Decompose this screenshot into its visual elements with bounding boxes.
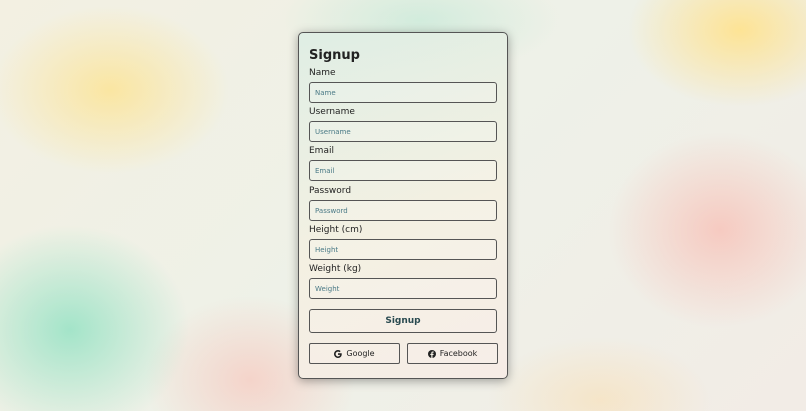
email-label: Email xyxy=(309,146,334,156)
google-icon xyxy=(334,349,343,358)
facebook-login-button[interactable]: Facebook xyxy=(407,343,498,364)
password-input[interactable] xyxy=(309,200,497,221)
email-input[interactable] xyxy=(309,160,497,181)
facebook-icon xyxy=(427,349,436,358)
signup-card: Signup Name Username Email Password Heig… xyxy=(298,32,508,379)
height-label: Height (cm) xyxy=(309,225,363,235)
facebook-label: Facebook xyxy=(439,349,478,358)
name-input[interactable] xyxy=(309,82,497,103)
google-label: Google xyxy=(346,349,375,358)
weight-input[interactable] xyxy=(309,278,497,299)
username-label: Username xyxy=(309,107,355,117)
name-label: Name xyxy=(309,68,336,78)
signup-button[interactable]: Signup xyxy=(309,309,497,333)
google-login-button[interactable]: Google xyxy=(309,343,400,364)
username-input[interactable] xyxy=(309,121,497,142)
height-input[interactable] xyxy=(309,239,497,260)
password-label: Password xyxy=(309,186,352,196)
weight-label: Weight (kg) xyxy=(309,264,362,274)
form-title: Signup xyxy=(309,48,360,63)
